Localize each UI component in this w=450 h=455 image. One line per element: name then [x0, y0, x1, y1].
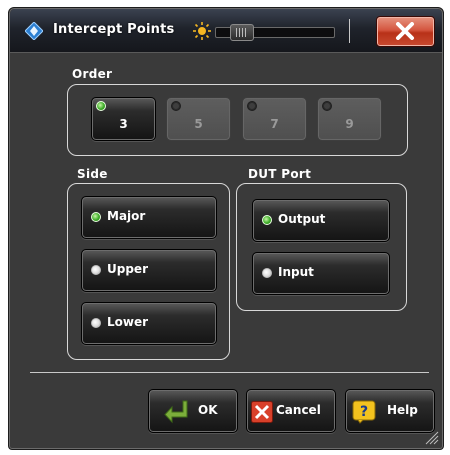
enter-arrow-icon [164, 400, 188, 424]
led-off-icon [171, 101, 181, 111]
order-option-9[interactable]: 9 [317, 97, 382, 141]
order-group-label: Order [72, 67, 113, 81]
led-off-icon [91, 265, 101, 275]
led-on-icon [91, 212, 101, 222]
order-option-7[interactable]: 7 [242, 97, 307, 141]
side-option-upper[interactable]: Upper [81, 249, 217, 292]
dialog-window: Intercept Points Order 3 5 7 9 Side Majo… [8, 7, 444, 450]
footer-divider [30, 372, 429, 373]
help-button[interactable]: ? Help [345, 389, 435, 433]
led-off-icon [262, 268, 272, 278]
led-off-icon [322, 101, 332, 111]
order-option-3[interactable]: 3 [91, 97, 156, 141]
transparency-slider[interactable] [215, 24, 335, 41]
order-group: 3 5 7 9 [67, 84, 408, 156]
svg-text:?: ? [360, 404, 368, 420]
led-off-icon [247, 101, 257, 111]
led-on-icon [262, 215, 272, 225]
red-x-icon [251, 401, 273, 423]
resize-grip-icon[interactable] [423, 429, 439, 445]
dut-port-group-label: DUT Port [248, 167, 312, 181]
close-button[interactable] [376, 16, 435, 47]
close-x-icon [396, 22, 414, 40]
title-bar[interactable]: Intercept Points [10, 9, 442, 53]
slider-thumb[interactable] [230, 24, 254, 41]
order-option-5[interactable]: 5 [166, 97, 231, 141]
rohde-schwarz-diamond-icon [25, 22, 43, 40]
sun-icon [193, 22, 211, 40]
dut-port-option-output[interactable]: Output [252, 199, 390, 242]
side-group-label: Side [77, 167, 108, 181]
side-option-lower[interactable]: Lower [81, 302, 217, 345]
led-on-icon [96, 101, 106, 111]
dut-port-group: Output Input [236, 183, 407, 311]
question-mark-icon: ? [352, 400, 376, 424]
dut-port-option-input[interactable]: Input [252, 252, 390, 295]
led-off-icon [91, 318, 101, 328]
title-separator [349, 19, 350, 43]
cancel-button[interactable]: Cancel [246, 389, 336, 433]
side-group: Major Upper Lower [67, 183, 230, 360]
ok-button[interactable]: OK [148, 389, 238, 433]
side-option-major[interactable]: Major [81, 196, 217, 239]
dialog-title: Intercept Points [53, 22, 175, 37]
